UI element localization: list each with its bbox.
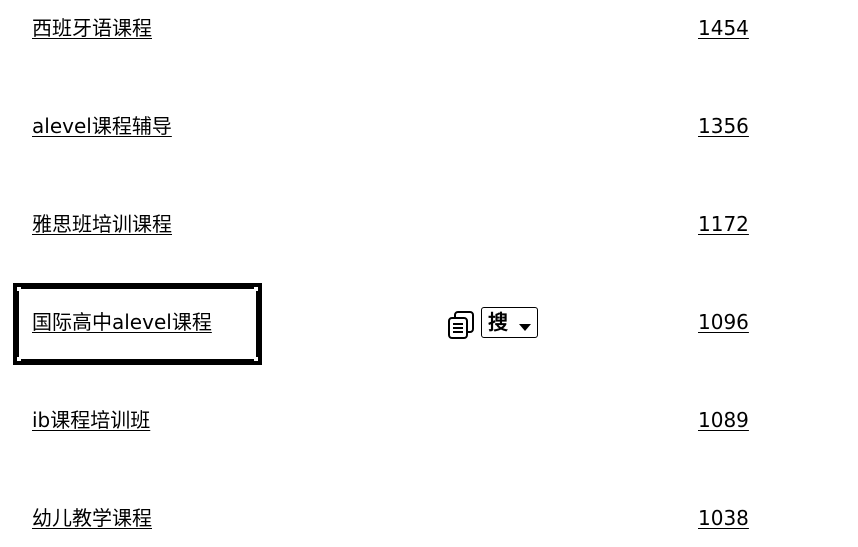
count-link[interactable]: 1089 [698,400,749,440]
copy-icon[interactable] [447,310,475,340]
list-item: 幼儿教学课程 1038 [0,498,858,538]
list-item: 国际高中alevel课程 1096 [0,302,858,342]
keyword-link[interactable]: 国际高中alevel课程 [32,302,212,342]
list-item: 雅思班培训课程 1172 [0,204,858,244]
list-item: alevel课程辅导 1356 [0,106,858,146]
list-item: ib课程培训班 1089 [0,400,858,440]
search-dropdown-button[interactable]: 搜 [481,307,538,338]
count-link[interactable]: 1454 [698,8,749,48]
list-item: 西班牙语课程 1454 [0,8,858,48]
count-link[interactable]: 1096 [698,302,749,342]
keyword-link[interactable]: 雅思班培训课程 [32,204,172,244]
keyword-link[interactable]: 西班牙语课程 [32,8,152,48]
count-link[interactable]: 1172 [698,204,749,244]
keyword-link[interactable]: ib课程培训班 [32,400,150,440]
search-button-label: 搜 [488,310,508,334]
caret-down-icon [518,318,532,331]
count-link[interactable]: 1356 [698,106,749,146]
keyword-link[interactable]: 幼儿教学课程 [32,498,152,538]
count-link[interactable]: 1038 [698,498,749,538]
keyword-link[interactable]: alevel课程辅导 [32,106,172,146]
